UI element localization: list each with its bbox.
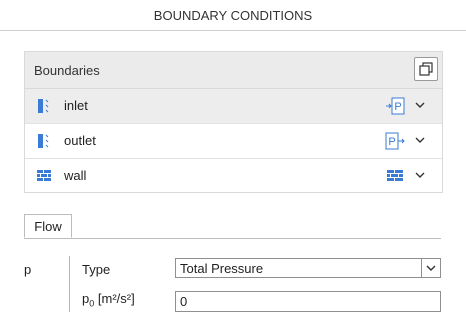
chevron-down-icon[interactable] bbox=[414, 134, 426, 146]
boundaries-header: Boundaries bbox=[25, 52, 442, 89]
svg-text:P: P bbox=[394, 101, 401, 113]
boundary-label: wall bbox=[64, 168, 87, 183]
chevron-down-icon[interactable] bbox=[414, 169, 426, 181]
p0-units: [m²/s²] bbox=[97, 291, 135, 306]
copy-button[interactable] bbox=[414, 57, 438, 81]
boundary-row-wall[interactable]: wall bbox=[25, 159, 442, 193]
pressure-outlet-icon: P bbox=[385, 132, 405, 150]
svg-text:P: P bbox=[388, 136, 395, 148]
tab-bar: Flow bbox=[24, 214, 441, 239]
inlet-boundary-icon bbox=[38, 99, 49, 113]
pressure-inlet-icon: P bbox=[386, 97, 405, 115]
chevron-down-icon[interactable] bbox=[414, 99, 426, 111]
tab-flow[interactable]: Flow bbox=[24, 214, 72, 238]
p0-input[interactable] bbox=[175, 291, 441, 312]
type-select[interactable]: Total Pressure bbox=[175, 258, 441, 278]
group-divider bbox=[69, 256, 70, 312]
p0-subscript: 0 bbox=[89, 298, 95, 309]
boundary-row-inlet[interactable]: inlet P bbox=[25, 89, 442, 124]
chevron-down-icon[interactable] bbox=[421, 259, 440, 277]
boundaries-title: Boundaries bbox=[34, 62, 100, 78]
wall-type-icon bbox=[387, 170, 403, 181]
p0-label: p0 [m²/s²] bbox=[82, 291, 135, 309]
boundary-label: outlet bbox=[64, 133, 96, 148]
panel-title: BOUNDARY CONDITIONS bbox=[0, 0, 466, 31]
copy-icon bbox=[419, 62, 433, 76]
outlet-boundary-icon bbox=[38, 134, 49, 148]
boundary-row-outlet[interactable]: outlet P bbox=[25, 124, 442, 159]
wall-boundary-icon bbox=[37, 170, 51, 181]
type-select-value: Total Pressure bbox=[180, 260, 264, 276]
boundary-label: inlet bbox=[64, 98, 88, 113]
boundaries-panel: Boundaries inlet P outlet P wall bbox=[24, 51, 443, 193]
type-label: Type bbox=[82, 262, 111, 277]
variable-group-label: p bbox=[24, 262, 32, 277]
